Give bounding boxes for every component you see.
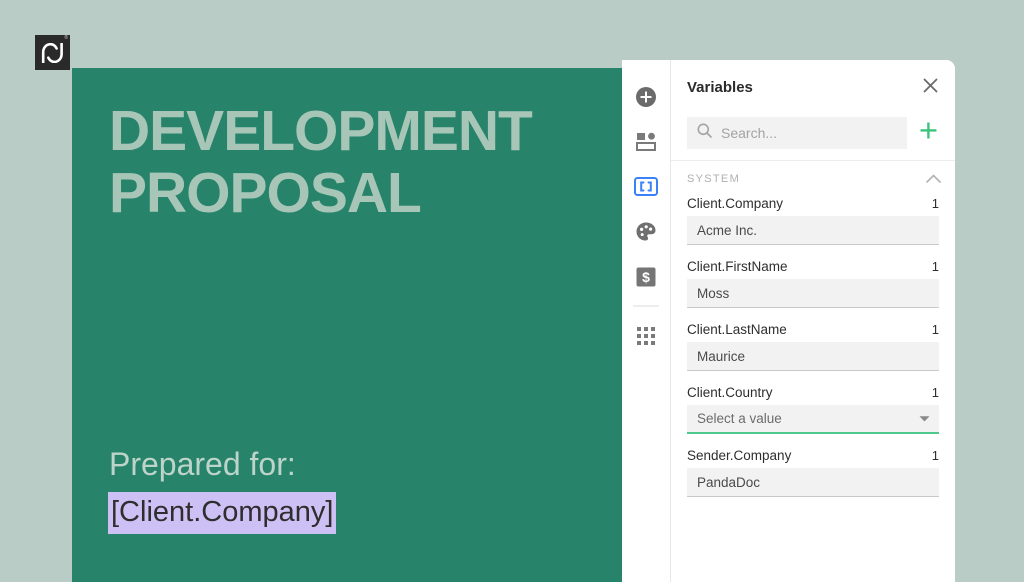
panel-title: Variables — [687, 79, 753, 96]
variable-item: Client.FirstName 1 Moss — [687, 259, 939, 308]
chevron-down-icon[interactable] — [919, 415, 930, 422]
content-blocks-icon — [635, 132, 657, 152]
variable-value: Select a value — [697, 411, 782, 426]
variable-usage-count: 1 — [932, 322, 939, 337]
variables-panel: Variables — [671, 60, 955, 582]
variable-name: Client.Country — [687, 385, 773, 400]
client-company-token[interactable]: [Client.Company] — [108, 492, 336, 534]
variable-header: Client.Country 1 — [687, 385, 939, 400]
grid-icon — [637, 327, 655, 345]
variables-panel-header: Variables — [671, 60, 955, 161]
content-library-icon-button[interactable] — [622, 119, 670, 164]
variable-header: Client.Company 1 — [687, 196, 939, 211]
chevron-up-icon[interactable] — [926, 174, 941, 183]
registered-mark: ® — [64, 36, 68, 41]
variable-name: Client.Company — [687, 196, 783, 211]
search-placeholder: Search... — [721, 125, 777, 141]
add-variable-button[interactable] — [913, 118, 943, 148]
variables-list: Client.Company 1 Acme Inc. Client.FirstName… — [671, 196, 955, 497]
variable-value: Maurice — [697, 349, 745, 364]
add-content-icon-button[interactable] — [622, 74, 670, 119]
app-root: ® DEVELOPMENT PROPOSAL Prepared for: [Cl… — [0, 0, 1024, 582]
variable-input[interactable]: Maurice — [687, 342, 939, 371]
variable-name: Sender.Company — [687, 448, 791, 463]
brackets-icon — [634, 177, 658, 196]
variable-input[interactable]: Acme Inc. — [687, 216, 939, 245]
close-icon — [923, 78, 938, 98]
variable-item: Sender.Company 1 PandaDoc — [687, 448, 939, 497]
variable-value: PandaDoc — [697, 475, 760, 490]
variable-usage-count: 1 — [932, 448, 939, 463]
search-input[interactable]: Search... — [687, 117, 907, 149]
variable-input[interactable]: Moss — [687, 279, 939, 308]
prepared-for-label: Prepared for: — [109, 445, 296, 483]
variable-header: Client.LastName 1 — [687, 322, 939, 337]
variable-input[interactable]: PandaDoc — [687, 468, 939, 497]
search-row: Search... — [687, 117, 943, 149]
document-canvas[interactable]: DEVELOPMENT PROPOSAL Prepared for: [Clie… — [72, 68, 622, 582]
palette-icon — [635, 221, 657, 243]
variable-usage-count: 1 — [932, 196, 939, 211]
variables-icon-button[interactable] — [622, 164, 670, 209]
search-icon — [697, 123, 712, 143]
variable-value: Acme Inc. — [697, 223, 757, 238]
close-panel-button[interactable] — [919, 77, 941, 99]
variable-item: Client.Country 1 Select a value — [687, 385, 939, 434]
system-group-header[interactable]: SYSTEM — [671, 161, 955, 196]
apps-icon-button[interactable] — [622, 313, 670, 358]
pandadoc-logo[interactable]: ® — [35, 35, 70, 70]
plus-circle-icon — [635, 86, 657, 108]
theme-icon-button[interactable] — [622, 209, 670, 254]
variable-header: Client.FirstName 1 — [687, 259, 939, 274]
variable-item: Client.Company 1 Acme Inc. — [687, 196, 939, 245]
variable-header: Sender.Company 1 — [687, 448, 939, 463]
variable-usage-count: 1 — [932, 385, 939, 400]
variable-value: Moss — [697, 286, 729, 301]
rail-divider — [633, 305, 659, 307]
editor-panel: $ — [622, 60, 955, 582]
variable-usage-count: 1 — [932, 259, 939, 274]
variable-name: Client.FirstName — [687, 259, 788, 274]
svg-text:$: $ — [642, 269, 650, 285]
group-label: SYSTEM — [687, 173, 740, 185]
variable-select[interactable]: Select a value — [687, 405, 939, 434]
document-title: DEVELOPMENT PROPOSAL — [109, 101, 579, 224]
variable-name: Client.LastName — [687, 322, 787, 337]
dollar-square-icon: $ — [636, 267, 656, 287]
plus-icon — [919, 121, 938, 145]
pricing-icon-button[interactable]: $ — [622, 254, 670, 299]
variable-item: Client.LastName 1 Maurice — [687, 322, 939, 371]
editor-toolbar-rail: $ — [622, 60, 671, 582]
